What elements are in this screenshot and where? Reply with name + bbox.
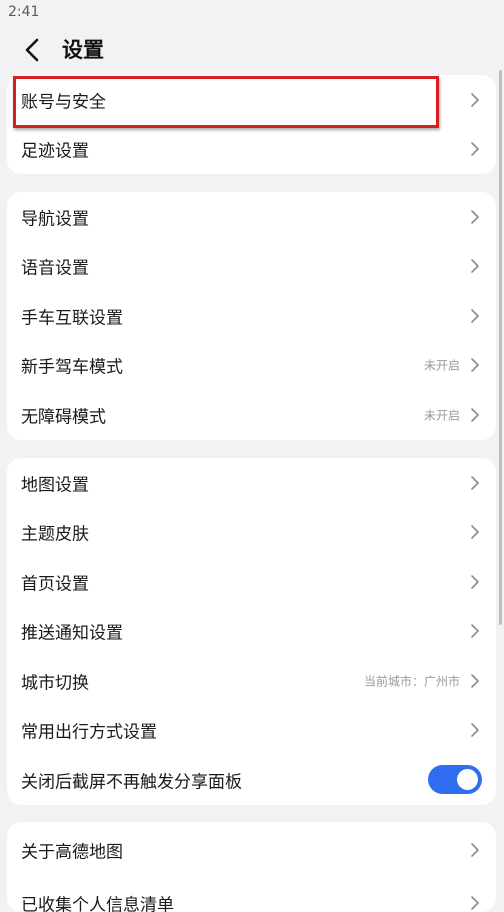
settings-row-navigation[interactable]: 导航设置 — [7, 192, 496, 242]
settings-row-theme[interactable]: 主题皮肤 — [7, 508, 496, 558]
chevron-right-icon — [471, 673, 479, 688]
row-label: 主题皮肤 — [21, 524, 89, 545]
chevron-right-icon — [471, 209, 479, 224]
chevron-right-icon — [471, 142, 479, 157]
row-label: 无障碍模式 — [21, 407, 106, 428]
row-label: 已收集个人信息清单 — [21, 895, 174, 912]
settings-group-account: 账号与安全 足迹设置 — [7, 75, 496, 174]
settings-row-screenshot-share: 关闭后截屏不再触发分享面板 — [7, 755, 496, 805]
row-status-value: 未开启 — [423, 408, 460, 423]
row-label: 导航设置 — [21, 209, 89, 230]
chevron-right-icon — [471, 407, 479, 422]
row-label: 语音设置 — [21, 258, 89, 279]
settings-row-car-link[interactable]: 手车互联设置 — [7, 291, 496, 341]
row-label: 常用出行方式设置 — [21, 722, 157, 743]
row-label: 城市切换 — [21, 673, 89, 694]
settings-row-travel-mode[interactable]: 常用出行方式设置 — [7, 706, 496, 756]
settings-row-voice[interactable]: 语音设置 — [7, 242, 496, 292]
row-label: 首页设置 — [21, 574, 89, 595]
chevron-right-icon — [471, 723, 479, 738]
row-label: 推送通知设置 — [21, 623, 123, 644]
chevron-right-icon — [471, 624, 479, 639]
settings-group-about: 关于高德地图 已收集个人信息清单 — [7, 822, 496, 912]
settings-row-push-notifications[interactable]: 推送通知设置 — [7, 607, 496, 657]
row-label: 关闭后截屏不再触发分享面板 — [21, 772, 242, 793]
settings-row-homepage[interactable]: 首页设置 — [7, 557, 496, 607]
chevron-right-icon — [471, 475, 479, 490]
settings-row-footprint[interactable]: 足迹设置 — [7, 125, 496, 175]
settings-row-about[interactable]: 关于高德地图 — [7, 822, 496, 878]
row-status-value: 未开启 — [423, 358, 460, 373]
row-label: 新手驾车模式 — [21, 357, 123, 378]
row-label: 手车互联设置 — [21, 308, 123, 329]
header: 设置 — [0, 30, 504, 70]
settings-row-personal-info-list[interactable]: 已收集个人信息清单 — [7, 878, 496, 912]
chevron-right-icon — [471, 895, 479, 910]
page-title: 设置 — [62, 38, 104, 62]
status-time: 2:41 — [8, 4, 40, 20]
scrollbar[interactable] — [499, 70, 502, 625]
chevron-right-icon — [471, 92, 479, 107]
settings-row-map[interactable]: 地图设置 — [7, 458, 496, 508]
row-label: 账号与安全 — [21, 92, 106, 113]
settings-row-account-security[interactable]: 账号与安全 — [7, 75, 496, 125]
chevron-right-icon — [471, 843, 479, 857]
chevron-right-icon — [471, 574, 479, 589]
chevron-right-icon — [471, 308, 479, 323]
settings-row-novice-driving[interactable]: 新手驾车模式 未开启 — [7, 341, 496, 391]
row-label: 足迹设置 — [21, 141, 89, 162]
settings-row-city-switch[interactable]: 城市切换 当前城市：广州市 — [7, 656, 496, 706]
screenshot-share-toggle[interactable] — [428, 765, 482, 795]
chevron-left-icon[interactable] — [22, 37, 44, 63]
settings-group-map: 地图设置 主题皮肤 首页设置 推送通知设置 城市切换 当前城市：广州市 常用出行… — [7, 458, 496, 805]
chevron-right-icon — [471, 525, 479, 540]
row-label: 地图设置 — [21, 475, 89, 496]
status-bar: 2:41 — [0, 0, 504, 24]
current-city-value: 当前城市：广州市 — [363, 674, 460, 689]
toggle-knob — [457, 769, 478, 791]
chevron-right-icon — [471, 358, 479, 373]
settings-row-accessibility[interactable]: 无障碍模式 未开启 — [7, 390, 496, 440]
settings-group-navigation: 导航设置 语音设置 手车互联设置 新手驾车模式 未开启 无障碍模式 未开启 — [7, 192, 496, 440]
chevron-right-icon — [471, 259, 479, 274]
row-label: 关于高德地图 — [21, 842, 123, 863]
